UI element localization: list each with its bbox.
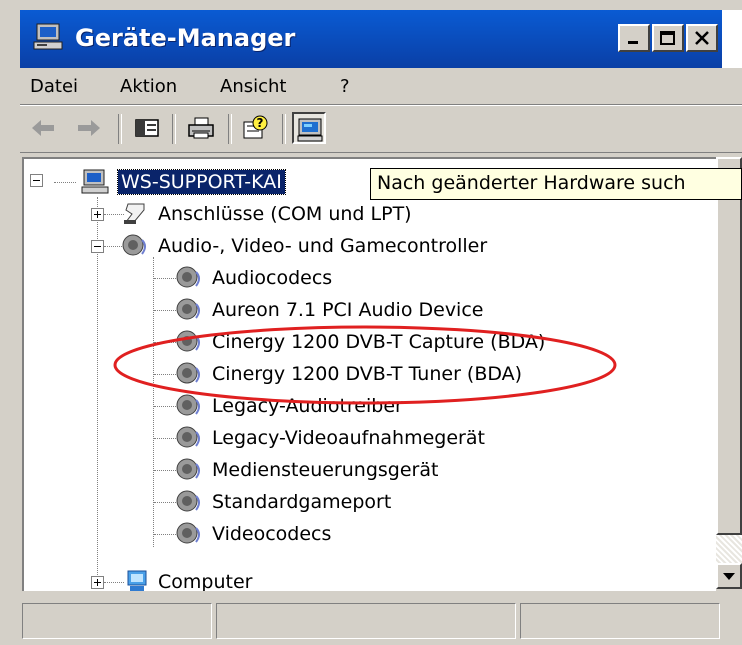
maximize-button[interactable]	[652, 24, 684, 52]
menu-bar: Datei Aktion Ansicht ?	[20, 68, 742, 105]
tree-child[interactable]: Audiocodecs	[174, 262, 332, 294]
sound-icon	[176, 426, 200, 448]
status-bar	[20, 597, 742, 643]
window-edge	[722, 10, 742, 68]
node-label: Audio-, Video- und Gamecontroller	[158, 235, 488, 257]
sound-icon	[176, 522, 200, 544]
toolbar-separator	[282, 114, 286, 144]
child-label: Mediensteuerungsgerät	[212, 459, 439, 481]
scroll-down-button[interactable]	[716, 563, 742, 589]
vertical-scrollbar[interactable]	[716, 157, 742, 589]
tooltip: Nach geänderter Hardware such	[370, 168, 742, 200]
help-icon: ?	[243, 115, 268, 139]
window-title: Geräte-Manager	[75, 24, 296, 52]
computer-monitor-icon	[127, 570, 147, 591]
sound-icon	[122, 234, 146, 256]
console-tree-button[interactable]	[130, 112, 164, 144]
red-annotation-ellipse	[113, 325, 617, 405]
tree-connector	[97, 197, 98, 587]
tree-child[interactable]: Videocodecs	[174, 518, 331, 550]
node-label: Computer	[158, 571, 253, 591]
print-icon	[188, 117, 214, 139]
close-button[interactable]	[686, 24, 718, 52]
forward-button[interactable]	[72, 112, 106, 144]
child-label: Videocodecs	[212, 523, 332, 545]
tree-connector	[54, 182, 76, 183]
scan-hardware-icon	[297, 118, 323, 142]
status-panel	[520, 603, 720, 639]
node-label: Anschlüsse (COM und LPT)	[158, 203, 412, 225]
expand-toggle[interactable]	[91, 208, 104, 221]
title-bar[interactable]: Geräte-Manager	[20, 10, 742, 68]
menu-datei[interactable]: Datei	[30, 76, 78, 97]
menu-ansicht[interactable]: Ansicht	[220, 76, 286, 97]
tree-child[interactable]: Mediensteuerungsgerät	[174, 454, 438, 486]
chevron-down-icon	[723, 573, 735, 580]
toolbar-separator	[228, 114, 232, 144]
sound-icon	[176, 266, 200, 288]
help-button[interactable]: ?	[238, 112, 272, 144]
minimize-button[interactable]	[618, 24, 650, 52]
menu-aktion[interactable]: Aktion	[120, 76, 177, 97]
scrollbar-thumb[interactable]	[716, 185, 742, 535]
minimize-icon	[628, 41, 638, 44]
status-panel	[216, 603, 516, 639]
maximize-icon	[660, 31, 675, 45]
toolbar-separator	[172, 114, 176, 144]
status-panel	[22, 603, 212, 639]
close-icon	[695, 31, 709, 45]
computer-icon	[32, 22, 66, 52]
child-label: Legacy-Videoaufnahmegerät	[212, 427, 485, 449]
tree-child[interactable]: Legacy-Videoaufnahmegerät	[174, 422, 485, 454]
computer-icon	[81, 169, 109, 194]
root-label: WS-SUPPORT-KAI	[117, 169, 286, 195]
sound-icon	[176, 490, 200, 512]
tree-root[interactable]: WS-SUPPORT-KAI	[80, 166, 286, 198]
svg-text:?: ?	[257, 116, 264, 130]
back-arrow-icon	[32, 120, 54, 136]
menu-help[interactable]: ?	[340, 76, 350, 97]
back-button[interactable]	[26, 112, 60, 144]
device-manager-window: Geräte-Manager Datei Aktion Ansicht ? ? …	[0, 0, 742, 645]
child-label: Aureon 7.1 PCI Audio Device	[212, 299, 484, 321]
tree-node-computer[interactable]: Computer	[120, 566, 252, 591]
sound-icon	[176, 458, 200, 480]
toolbar: ?	[20, 105, 742, 153]
forward-arrow-icon	[78, 120, 100, 136]
print-button[interactable]	[184, 112, 218, 144]
child-label: Audiocodecs	[212, 267, 333, 289]
toolbar-separator	[118, 114, 122, 144]
port-icon	[124, 203, 145, 224]
tree-node-audio[interactable]: Audio-, Video- und Gamecontroller	[120, 230, 487, 262]
collapse-toggle[interactable]	[91, 240, 104, 253]
console-tree-icon	[135, 119, 159, 137]
expand-toggle[interactable]	[91, 576, 104, 589]
scan-hardware-button[interactable]	[292, 112, 326, 144]
child-label: Standardgameport	[212, 491, 392, 513]
tree-child[interactable]: Standardgameport	[174, 486, 391, 518]
root-collapse-toggle[interactable]	[30, 174, 43, 187]
tree-node-ports[interactable]: Anschlüsse (COM und LPT)	[120, 198, 412, 230]
